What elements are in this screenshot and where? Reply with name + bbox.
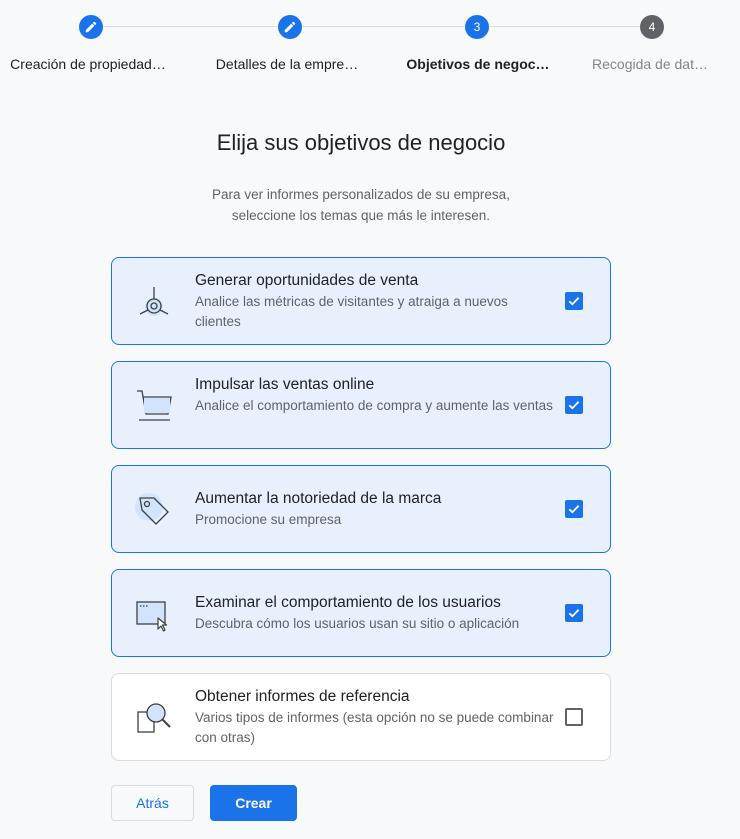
checkmark-icon (568, 609, 580, 618)
lead-target-icon (139, 287, 169, 316)
create-button[interactable]: Crear (210, 785, 297, 821)
step-number: 4 (648, 20, 656, 34)
step-2-indicator[interactable] (278, 15, 302, 39)
checkmark-icon (568, 505, 580, 514)
objective-title: Generar oportunidades de venta (195, 272, 419, 289)
objective-title: Examinar el comportamiento de los usuari… (195, 594, 501, 611)
objective-title: Impulsar las ventas online (195, 376, 375, 393)
pencil-icon (85, 21, 97, 33)
step-2-label[interactable]: Detalles de la empre… (202, 56, 372, 72)
step-connector (302, 26, 464, 27)
step-number: 3 (473, 20, 481, 34)
objective-checkbox[interactable] (565, 396, 583, 414)
pencil-icon (284, 21, 296, 33)
checkmark-icon (568, 297, 580, 306)
objective-description: Analice las métricas de visitantes y atr… (195, 294, 508, 329)
step-1-indicator[interactable] (79, 15, 103, 39)
objective-description: Analice el comportamiento de compra y au… (195, 398, 553, 413)
magnifier-icon (137, 703, 171, 733)
objective-title: Aumentar la notoriedad de la marca (195, 490, 442, 507)
stepper: 3 4 Creación de propiedad… Detalles de l… (0, 0, 740, 90)
subtitle-line: Para ver informes personalizados de su e… (212, 187, 510, 202)
objective-card-user-behavior[interactable]: Examinar el comportamiento de los usuari… (111, 569, 611, 657)
page-title: Elija sus objetivos de negocio (216, 130, 506, 155)
step-3-indicator: 3 (465, 15, 489, 39)
objective-description: Descubra cómo los usuarios usan su sitio… (195, 616, 520, 631)
step-4-label: Recogida de dat… (592, 56, 708, 72)
browser-cursor-icon (136, 601, 168, 632)
objective-card-online-sales[interactable]: Impulsar las ventas online Analice el co… (111, 361, 611, 449)
objective-card-benchmark-reports[interactable]: Obtener informes de referencia Varios ti… (111, 673, 611, 761)
page-subtitle: Para ver informes personalizados de su e… (0, 184, 722, 226)
subtitle-line: seleccione los temas que más le interese… (231, 208, 491, 223)
objective-card-brand-awareness[interactable]: Aumentar la notoriedad de la marca Promo… (111, 465, 611, 553)
step-4-indicator: 4 (640, 15, 664, 39)
objective-title: Obtener informes de referencia (195, 688, 410, 705)
step-connector (103, 26, 277, 27)
back-button[interactable]: Atrás (111, 785, 194, 821)
objective-checkbox[interactable] (565, 604, 583, 622)
tag-icon (135, 493, 169, 525)
objective-checkbox[interactable] (565, 500, 583, 518)
step-1-label[interactable]: Creación de propiedad… (3, 56, 173, 72)
objective-description: Promocione su empresa (195, 512, 342, 527)
checkmark-icon (568, 401, 580, 410)
step-3-label: Objetivos de negoc… (406, 56, 550, 72)
step-connector (490, 26, 640, 27)
objective-card-leads[interactable]: Generar oportunidades de venta Analice l… (111, 257, 611, 345)
objective-checkbox[interactable] (565, 708, 583, 726)
shopping-cart-icon (137, 390, 172, 421)
objective-description: Varios tipos de informes (esta opción no… (195, 710, 554, 745)
objective-checkbox[interactable] (565, 292, 583, 310)
